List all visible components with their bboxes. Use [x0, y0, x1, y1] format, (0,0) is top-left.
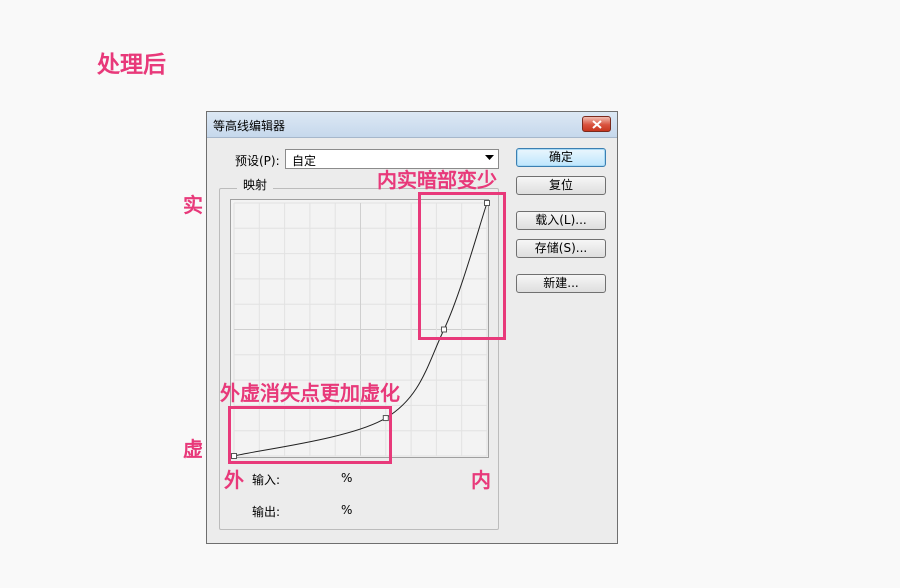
close-icon: [592, 120, 602, 129]
load-button[interactable]: 载入(L)...: [516, 211, 606, 230]
preset-label: 预设(P):: [235, 154, 280, 168]
title-bar[interactable]: 等高线编辑器: [207, 112, 617, 138]
input-value: %: [341, 471, 353, 485]
input-label: 输入:: [252, 473, 281, 487]
output-value: %: [341, 503, 353, 517]
mapping-group-title: 映射: [237, 176, 274, 193]
side-label-bottom: 虚: [183, 437, 203, 461]
side-label-top: 实: [183, 193, 203, 217]
reset-button[interactable]: 复位: [516, 176, 606, 195]
preset-value: 自定: [292, 154, 317, 168]
close-button[interactable]: [582, 116, 611, 132]
axis-label-right: 内: [471, 468, 491, 492]
ok-button[interactable]: 确定: [516, 148, 606, 167]
top-highlight-box: [418, 192, 506, 340]
axis-label-left: 外: [224, 468, 244, 492]
page-heading: 处理后: [97, 52, 166, 78]
output-label: 输出:: [252, 505, 281, 519]
bottom-annotation: 外虚消失点更加虚化: [220, 381, 400, 405]
new-button[interactable]: 新建...: [516, 274, 606, 293]
top-annotation: 内实暗部变少: [377, 168, 497, 192]
dialog-title: 等高线编辑器: [213, 119, 286, 133]
save-button[interactable]: 存储(S)...: [516, 239, 606, 258]
bottom-highlight-box: [228, 406, 392, 464]
chevron-down-icon: [485, 155, 494, 160]
